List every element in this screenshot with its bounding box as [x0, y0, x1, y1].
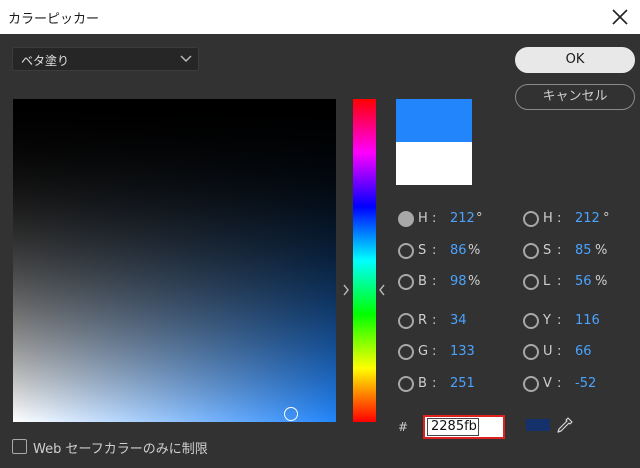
hsl-s-unit: % [595, 243, 608, 258]
new-color-swatch [396, 99, 472, 142]
brightness-shade [13, 99, 336, 422]
hsl-field-s[interactable]: S : 85 % [523, 242, 635, 262]
hsb-s-value[interactable]: 86 [450, 243, 467, 258]
separator: : [557, 313, 562, 328]
separator: : [432, 274, 437, 289]
hsb-s-unit: % [468, 243, 481, 258]
hsl-field-l[interactable]: L : 56 % [523, 273, 635, 293]
fill-type-value: ベタ塗り [21, 54, 70, 68]
separator: : [557, 243, 562, 258]
original-color-swatch[interactable] [396, 142, 472, 185]
yuv-y-label: Y [543, 313, 551, 328]
rgb-field-g[interactable]: G : 133 [398, 343, 508, 363]
hsb-field-s[interactable]: S : 86 % [398, 242, 508, 262]
rgb-b-radio[interactable] [398, 376, 414, 392]
yuv-y-value[interactable]: 116 [575, 313, 600, 328]
separator: : [557, 344, 562, 359]
rgb-field-r[interactable]: R : 34 [398, 312, 508, 332]
hsl-l-label: L [543, 274, 551, 289]
yuv-u-value[interactable]: 66 [575, 344, 592, 359]
yuv-field-y[interactable]: Y : 116 [523, 312, 635, 332]
yuv-u-label: U [543, 344, 553, 359]
rgb-g-label: G [418, 344, 429, 359]
hsb-s-label: S [418, 243, 427, 258]
close-icon[interactable] [608, 5, 632, 29]
hue-slider-left-handle-icon[interactable] [342, 284, 350, 296]
hsl-s-value[interactable]: 85 [575, 243, 592, 258]
yuv-y-radio[interactable] [523, 313, 539, 329]
rgb-r-value[interactable]: 34 [450, 313, 467, 328]
separator: : [432, 313, 437, 328]
hsb-h-radio[interactable] [398, 211, 414, 227]
yuv-field-v[interactable]: V : -52 [523, 375, 635, 395]
yuv-v-value[interactable]: -52 [575, 376, 596, 391]
hsb-b-label: B [418, 274, 427, 289]
yuv-v-label: V [543, 376, 552, 391]
rgb-b-label: B [418, 376, 427, 391]
hsl-l-unit: % [595, 274, 608, 289]
separator: : [432, 344, 437, 359]
rgb-b-value[interactable]: 251 [450, 376, 475, 391]
rgb-r-label: R [418, 313, 428, 328]
rgb-g-radio[interactable] [398, 344, 414, 360]
current-color-swatch[interactable] [526, 419, 550, 431]
eyedropper-icon[interactable] [556, 416, 574, 434]
separator: : [432, 376, 437, 391]
rgb-r-radio[interactable] [398, 313, 414, 329]
separator: : [557, 274, 562, 289]
hsb-h-value[interactable]: 212 [450, 211, 475, 226]
cancel-button[interactable]: キャンセル [515, 84, 635, 110]
separator: : [432, 243, 437, 258]
hsb-h-label: H [418, 211, 428, 226]
ok-button[interactable]: OK [515, 47, 635, 73]
fill-type-select[interactable]: ベタ塗り [12, 47, 199, 71]
hsl-l-radio[interactable] [523, 274, 539, 290]
hsl-h-unit: ° [603, 211, 610, 226]
hex-input-highlight[interactable]: 2285fb [423, 415, 505, 439]
saturation-brightness-field[interactable] [13, 99, 336, 422]
hsb-b-value[interactable]: 98 [450, 274, 467, 289]
hex-prefix: # [398, 420, 409, 434]
hsb-b-unit: % [468, 274, 481, 289]
separator: : [557, 376, 562, 391]
hsl-h-radio[interactable] [523, 211, 539, 227]
websafe-checkbox-box[interactable] [12, 439, 27, 454]
hsl-h-value[interactable]: 212 [575, 211, 600, 226]
yuv-u-radio[interactable] [523, 344, 539, 360]
hsb-h-unit: ° [476, 211, 483, 226]
hsl-l-value[interactable]: 56 [575, 274, 592, 289]
hsb-b-radio[interactable] [398, 274, 414, 290]
chevron-down-icon [180, 55, 192, 62]
hsb-s-radio[interactable] [398, 243, 414, 259]
rgb-field-b[interactable]: B : 251 [398, 375, 508, 395]
separator: : [432, 211, 437, 226]
rgb-g-value[interactable]: 133 [450, 344, 475, 359]
hsl-h-label: H [543, 211, 553, 226]
hsb-field-h[interactable]: H : 212 ° [398, 210, 508, 230]
hue-slider[interactable] [353, 99, 376, 422]
separator: : [557, 211, 562, 226]
hsl-s-label: S [543, 243, 552, 258]
yuv-v-radio[interactable] [523, 376, 539, 392]
hsb-field-b[interactable]: B : 98 % [398, 273, 508, 293]
hsl-s-radio[interactable] [523, 243, 539, 259]
hsl-field-h[interactable]: H : 212 ° [523, 210, 635, 230]
window-title: カラーピッカー [8, 12, 100, 27]
title-bar: カラーピッカー [0, 0, 640, 34]
yuv-field-u[interactable]: U : 66 [523, 343, 635, 363]
hue-slider-right-handle-icon[interactable] [378, 284, 386, 296]
color-field-cursor[interactable] [284, 407, 298, 421]
hex-input[interactable]: 2285fb [427, 418, 479, 436]
websafe-checkbox-label: Web セーフカラーのみに制限 [33, 442, 208, 457]
